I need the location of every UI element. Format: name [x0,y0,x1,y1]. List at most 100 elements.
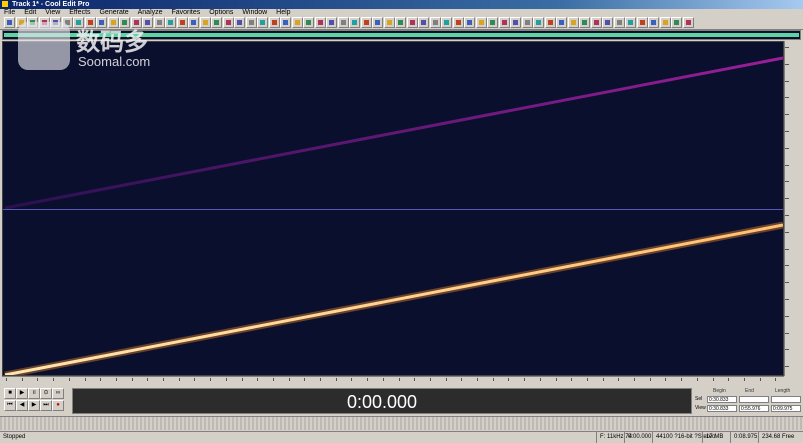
toolbar-button[interactable] [372,17,383,28]
time-tick [398,378,400,381]
toolbar-button[interactable] [395,17,406,28]
menu-analyze[interactable]: Analyze [138,9,163,16]
pause-icon[interactable]: ॥ [28,388,40,399]
status-state: Stopped [3,434,26,440]
toolbar-button[interactable] [544,17,556,28]
toolbar-button[interactable] [487,17,498,28]
title-bar: Track 1* - Cool Edit Pro [0,0,803,9]
rewind-icon[interactable]: ◀ [16,400,28,411]
toolbar-icon [409,20,415,25]
stop-icon[interactable]: ■ [4,388,16,399]
toolbar-button[interactable] [625,17,636,28]
toolbar-button[interactable] [475,17,487,28]
time-tick [555,378,557,381]
toolbar-button[interactable] [498,17,510,28]
menu-view[interactable]: View [45,9,60,16]
menu-help[interactable]: Help [276,9,290,16]
status-cell-6: 234.68 Free [758,432,794,443]
toolbar-icon [271,20,277,25]
toolbar-button[interactable] [257,17,268,28]
menu-effects[interactable]: Effects [69,9,90,16]
view-begin-field[interactable]: 0:30.833 [707,405,737,412]
toolbar-button[interactable] [303,17,314,28]
toolbar-button[interactable] [659,17,671,28]
toolbar-button[interactable] [222,17,234,28]
toolbar-button[interactable] [188,17,199,28]
time-ruler[interactable] [2,376,784,385]
toolbar-icon [455,20,461,25]
time-tick [712,378,714,381]
toolbar-button[interactable] [383,17,395,28]
toolbar-button[interactable] [556,17,567,28]
toolbar-button[interactable] [176,17,188,28]
toolbar-button[interactable] [682,17,694,28]
view-length-field[interactable]: 0:09.975 [771,405,801,412]
menu-generate[interactable]: Generate [99,9,128,16]
sel-begin-field[interactable]: 0:30.833 [707,396,737,403]
toolbar-button[interactable] [429,17,441,28]
toolbar-button[interactable] [636,17,648,28]
menu-edit[interactable]: Edit [24,9,36,16]
time-tick [743,378,745,381]
record-button[interactable]: ● [52,400,64,411]
toolbar-button[interactable] [337,17,349,28]
toolbar-button[interactable] [280,17,291,28]
toolbar-icon [283,20,288,25]
menu-favorites[interactable]: Favorites [171,9,200,16]
time-tick [210,378,212,381]
toolbar-button[interactable] [452,17,464,28]
length-header: Length [775,388,791,394]
freq-tick [785,164,789,166]
record-icon[interactable]: ∞ [52,388,64,399]
toolbar-icon [7,20,12,25]
menu-file[interactable]: File [4,9,15,16]
time-tick [634,378,635,381]
toolbar-button[interactable] [521,17,533,28]
toolbar-button[interactable] [602,17,613,28]
app-icon [2,1,8,7]
toolbar-button[interactable] [671,17,682,28]
toolbar-button[interactable] [648,17,659,28]
toolbar-button[interactable] [314,17,326,28]
toolbar-button[interactable] [360,17,372,28]
toolbar-button[interactable] [533,17,544,28]
freq-tick [785,315,789,317]
toolbar-button[interactable] [418,17,429,28]
spectral-view[interactable] [2,41,784,376]
toolbar-button[interactable] [613,17,625,28]
sel-end-field[interactable] [739,396,769,403]
view-end-field[interactable]: 0:55.976 [739,405,769,412]
toolbar-icon [363,20,369,25]
toolbar-button[interactable] [510,17,521,28]
toolbar-button[interactable] [567,17,579,28]
toolbar-button[interactable] [291,17,303,28]
menu-options[interactable]: Options [209,9,233,16]
toolbar-button[interactable] [211,17,222,28]
toolbar-icon [628,20,633,25]
freq-tick [785,63,789,65]
toolbar-icon [398,20,403,25]
toolbar-button[interactable] [234,17,245,28]
time-display: 0:00.000 [72,388,692,414]
toolbar-button[interactable] [326,17,337,28]
toolbar-button[interactable] [4,17,15,28]
toolbar-button[interactable] [245,17,257,28]
toolbar-button[interactable] [579,17,590,28]
time-tick [178,378,180,381]
to-end-icon[interactable]: ⏭ [40,400,52,411]
play-loop-icon[interactable]: ⊙ [40,388,52,399]
toolbar-button[interactable] [590,17,602,28]
toolbar-button[interactable] [349,17,360,28]
forward-icon[interactable]: ▶ [28,400,40,411]
menu-window[interactable]: Window [242,9,267,16]
toolbar-icon [616,20,622,25]
toolbar-button[interactable] [199,17,211,28]
to-start-icon[interactable]: ⏮ [4,400,16,411]
time-tick [367,378,369,381]
play-icon[interactable]: ▶ [16,388,28,399]
toolbar-button[interactable] [464,17,475,28]
toolbar-button[interactable] [441,17,452,28]
toolbar-button[interactable] [406,17,418,28]
sel-length-field[interactable] [771,396,801,403]
toolbar-button[interactable] [268,17,280,28]
